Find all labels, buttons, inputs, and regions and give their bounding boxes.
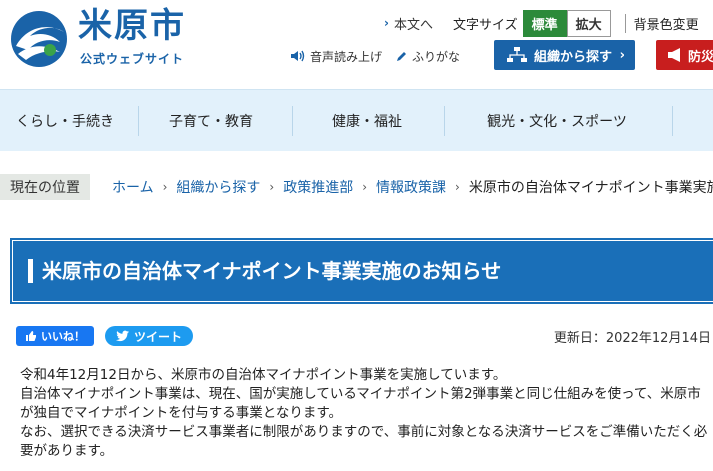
furigana-label: ふりがな xyxy=(412,49,461,64)
chevron-right-icon: › xyxy=(384,16,389,30)
org-chart-icon xyxy=(507,47,527,62)
skip-to-content-link[interactable]: › 本文へ xyxy=(384,14,433,33)
breadcrumb-info-policy[interactable]: 情報政策課 xyxy=(376,177,446,197)
breadcrumb: 現在の位置 ホーム › 組織から探す › 政策推進部 › 情報政策課 › 米原市… xyxy=(0,174,713,200)
read-aloud-label: 音声読み上げ xyxy=(310,49,383,64)
megaphone-icon xyxy=(668,48,680,62)
like-label: いいね！ xyxy=(41,330,85,343)
chevron-right-icon: › xyxy=(162,180,168,194)
site-name[interactable]: 米原市 xyxy=(78,6,186,46)
bg-color-label[interactable]: 背景色変更 xyxy=(624,13,699,33)
nav-item-health[interactable]: 健康・福祉 xyxy=(300,90,434,151)
page-title-box: 米原市の自治体マイナポイント事業実施のお知らせ xyxy=(10,238,713,304)
pencil-icon xyxy=(397,52,407,61)
tweet-button[interactable]: ツイート xyxy=(105,326,193,346)
title-accent-bar xyxy=(28,259,33,283)
twitter-bird-icon xyxy=(115,330,129,342)
nav-divider xyxy=(444,106,445,136)
body-paragraph: なお、選択できる決済サービス事業者に制限がありますので、事前に対象となる決済サー… xyxy=(20,424,708,459)
nav-divider xyxy=(672,106,673,136)
tweet-label: ツイート xyxy=(133,329,182,344)
org-search-label: 組織から探す xyxy=(534,49,613,65)
org-search-button[interactable]: 組織から探す › xyxy=(494,40,635,70)
nav-item-tourism[interactable]: 観光・文化・スポーツ xyxy=(452,90,662,151)
chevron-right-icon: › xyxy=(269,180,275,194)
nav-divider xyxy=(292,106,293,136)
furigana-link[interactable]: ふりがな xyxy=(396,48,460,65)
nav-item-living[interactable]: くらし・手続き xyxy=(0,90,130,151)
facebook-like-button[interactable]: いいね！ xyxy=(16,326,94,346)
breadcrumb-label: 現在の位置 xyxy=(0,174,90,200)
read-aloud-link[interactable]: 音声読み上げ xyxy=(290,48,382,65)
utility-row: › 本文へ 文字サイズ 標準 拡大 背景色変更 xyxy=(384,9,699,37)
city-logo-icon[interactable] xyxy=(10,10,68,68)
font-size-label: 文字サイズ xyxy=(452,17,518,33)
chevron-right-icon: › xyxy=(362,180,368,194)
thumbs-up-icon xyxy=(26,331,36,341)
font-size-large-button[interactable]: 拡大 xyxy=(566,9,611,37)
site-subtitle: 公式ウェブサイト xyxy=(80,52,185,66)
breadcrumb-current: 米原市の自治体マイナポイント事業実施 xyxy=(468,180,713,196)
disaster-button[interactable]: 防災 xyxy=(656,40,713,70)
breadcrumb-home[interactable]: ホーム xyxy=(112,177,154,197)
body-paragraph: 令和4年12月12日から、米原市の自治体マイナポイント事業を実施しています。 xyxy=(20,367,507,383)
global-nav: くらし・手続き 子育て・教育 健康・福祉 観光・文化・スポーツ xyxy=(0,89,713,151)
body-paragraph: 自治体マイナポイント事業は、現在、国が実施しているマイナポイント第2弾事業と同じ… xyxy=(20,386,701,421)
skip-to-content-label: 本文へ xyxy=(393,17,433,33)
disaster-label: 防災 xyxy=(688,49,713,65)
page-title: 米原市の自治体マイナポイント事業実施のお知らせ xyxy=(42,259,502,283)
breadcrumb-org[interactable]: 組織から探す xyxy=(176,177,260,197)
chevron-right-icon: › xyxy=(619,47,625,63)
utility-row-2: 音声読み上げ ふりがな xyxy=(290,42,474,70)
site-header: 米原市 公式ウェブサイト › 本文へ 文字サイズ 標準 拡大 背景色変更 音声読… xyxy=(0,0,713,88)
chevron-right-icon: › xyxy=(455,180,460,194)
breadcrumb-policy[interactable]: 政策推進部 xyxy=(283,177,353,197)
font-size-standard-button[interactable]: 標準 xyxy=(522,9,567,37)
article-body: 令和4年12月12日から、米原市の自治体マイナポイント事業を実施しています。 自… xyxy=(20,366,710,461)
nav-divider xyxy=(138,106,139,136)
speaker-icon xyxy=(291,50,305,62)
nav-item-childcare[interactable]: 子育て・教育 xyxy=(146,90,276,151)
updated-date: 更新日：2022年12月14日 xyxy=(553,331,711,346)
